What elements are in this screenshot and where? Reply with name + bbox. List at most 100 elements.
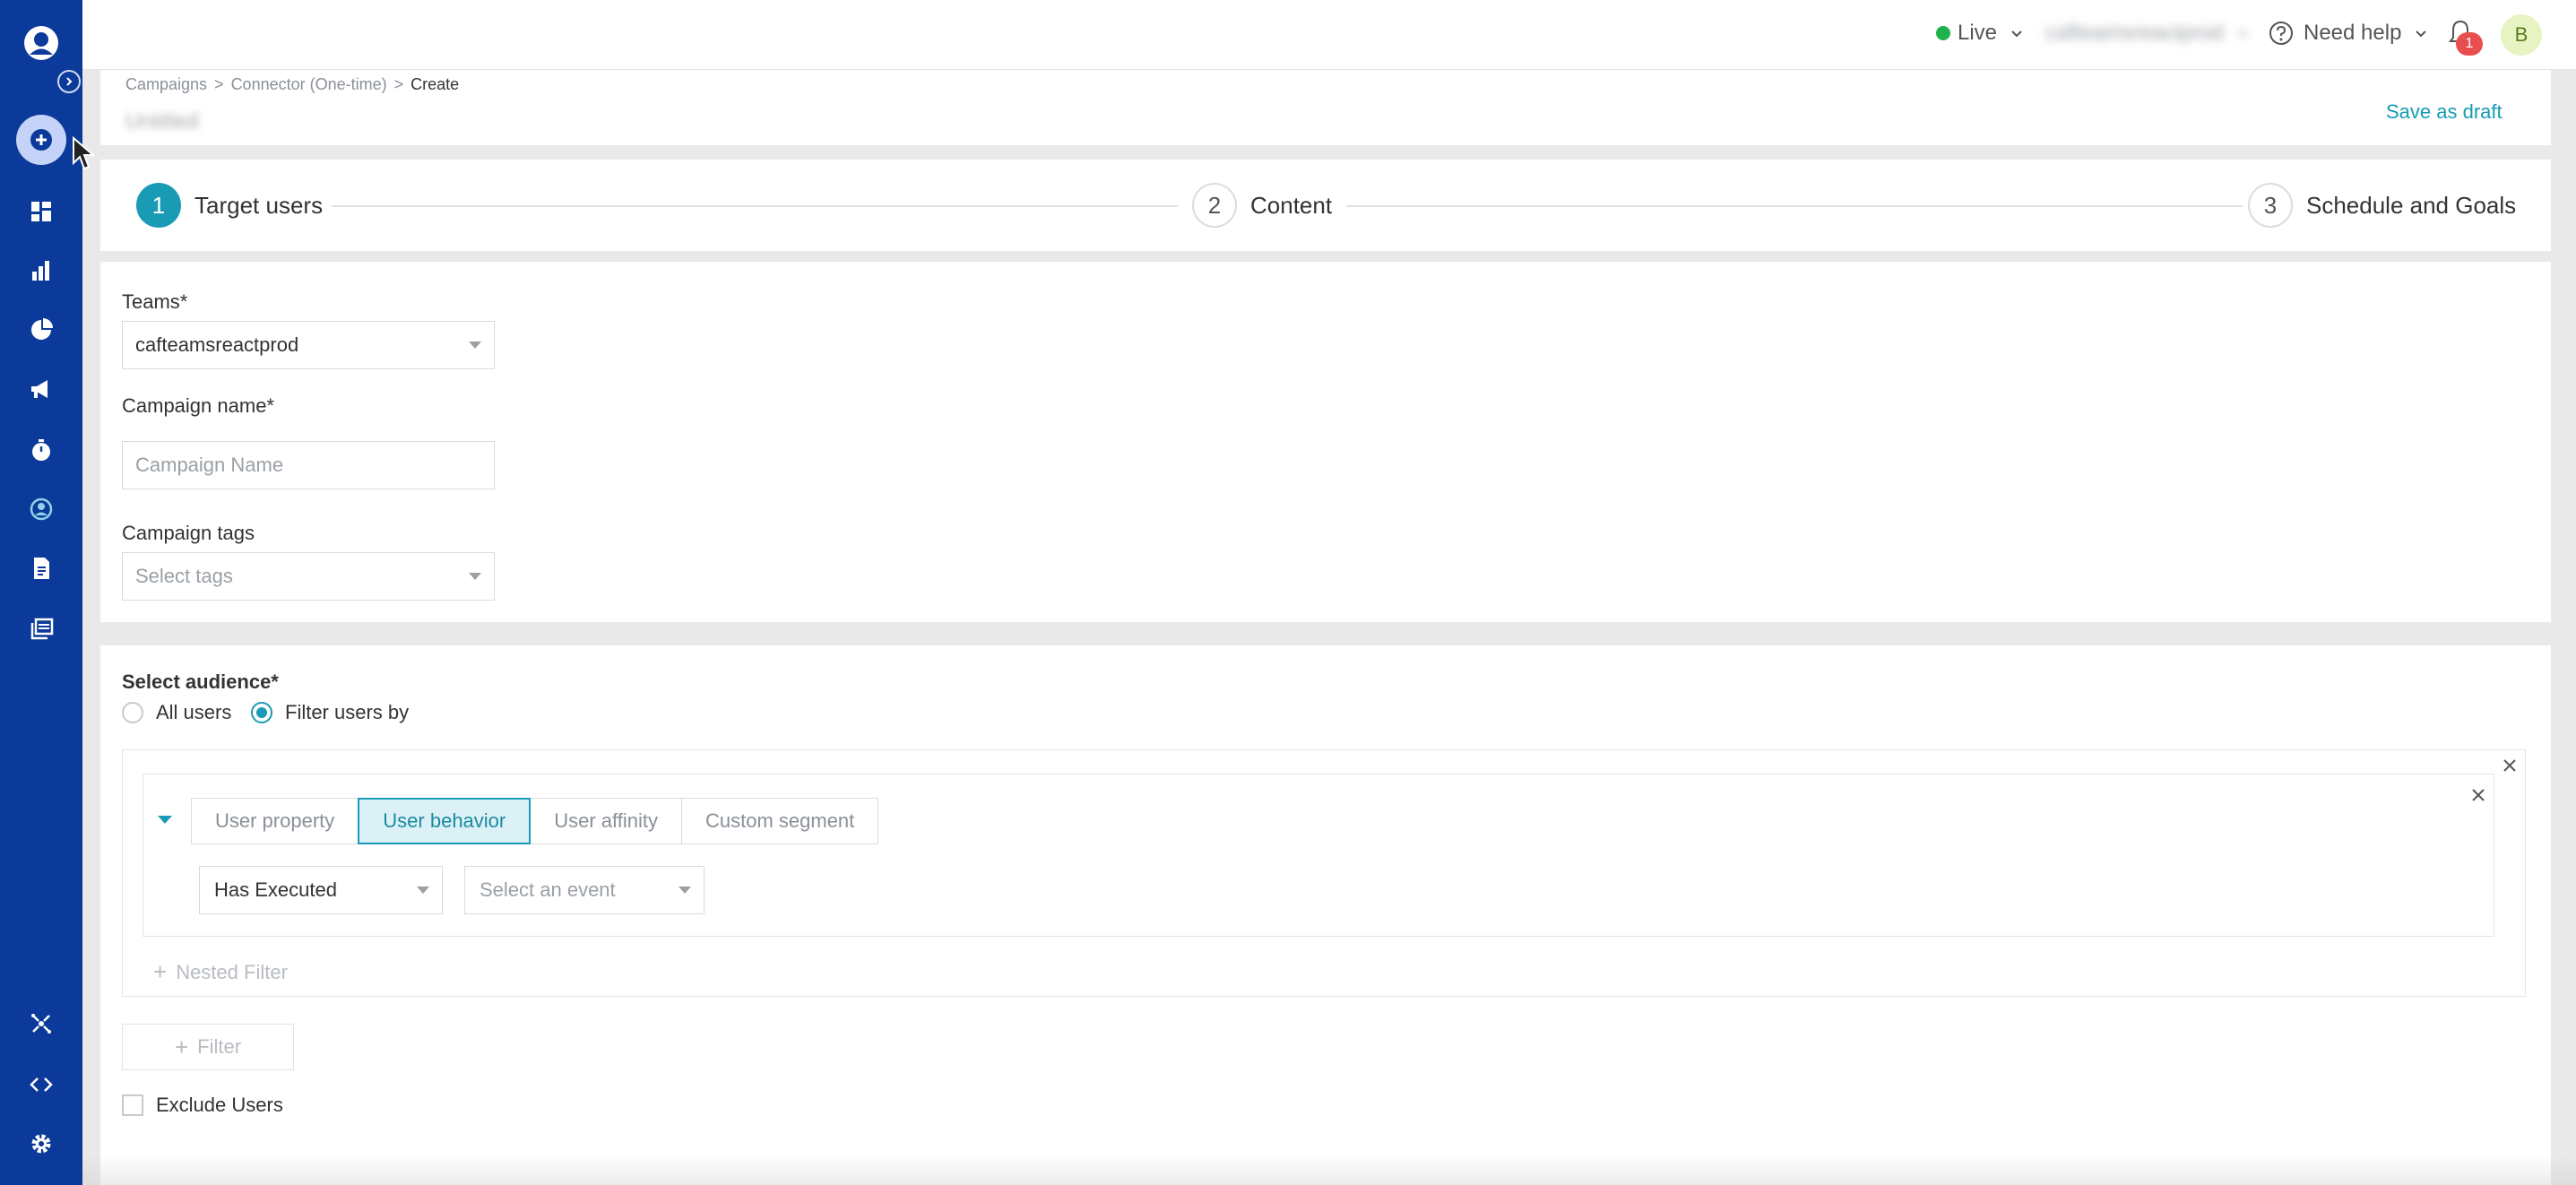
radio-button[interactable] bbox=[122, 702, 143, 723]
tab-user-behavior[interactable]: User behavior bbox=[358, 798, 532, 844]
live-status-dot bbox=[1936, 26, 1950, 40]
campaign-name-input[interactable] bbox=[122, 441, 495, 489]
behavior-select[interactable]: Has Executed bbox=[199, 866, 443, 914]
close-icon[interactable] bbox=[2470, 787, 2486, 803]
plus-icon: + bbox=[153, 958, 168, 985]
add-filter-button[interactable]: + Filter bbox=[122, 1024, 294, 1070]
exclude-users-option[interactable]: Exclude Users bbox=[122, 1094, 283, 1117]
tab-user-affinity[interactable]: User affinity bbox=[530, 798, 682, 844]
chevron-down-icon bbox=[2416, 30, 2426, 38]
radio-filter-users[interactable]: Filter users by bbox=[251, 701, 409, 724]
teams-value: cafteamsreactprod bbox=[135, 333, 299, 356]
step-connector bbox=[1346, 205, 2243, 207]
event-placeholder: Select an event bbox=[480, 878, 616, 901]
step-1-label[interactable]: Target users bbox=[194, 192, 323, 220]
step-3-label[interactable]: Schedule and Goals bbox=[2306, 192, 2516, 220]
campaign-details-card: Teams* cafteamsreactprod Campaign name* … bbox=[100, 262, 2551, 622]
sidebar-item-dashboard[interactable] bbox=[25, 195, 57, 228]
filter-type-tabs: User property User behavior User affinit… bbox=[191, 798, 879, 844]
audience-card: Select audience* All users Filter users … bbox=[100, 645, 2551, 1185]
step-2-indicator[interactable]: 2 bbox=[1192, 183, 1237, 228]
gear-icon bbox=[31, 1134, 51, 1154]
step-2-label[interactable]: Content bbox=[1250, 192, 1332, 220]
draft-title[interactable]: Untitled bbox=[125, 109, 198, 134]
user-circle-icon bbox=[30, 497, 53, 521]
exclude-users-label: Exclude Users bbox=[156, 1094, 283, 1116]
breadcrumb-connector[interactable]: Connector (One-time) bbox=[231, 75, 387, 93]
teams-label: Teams* bbox=[122, 290, 188, 313]
environment-label: Live bbox=[1958, 21, 1998, 45]
plus-icon: + bbox=[174, 1033, 189, 1060]
breadcrumb-campaigns[interactable]: Campaigns bbox=[125, 75, 207, 93]
campaign-tags-select[interactable]: Select tags bbox=[122, 552, 495, 601]
step-1-indicator[interactable]: 1 bbox=[136, 183, 181, 228]
sidebar-item-flows[interactable] bbox=[25, 434, 57, 466]
notification-badge: 1 bbox=[2456, 32, 2483, 56]
event-select[interactable]: Select an event bbox=[464, 866, 705, 914]
collapse-caret-icon[interactable] bbox=[158, 816, 172, 824]
pie-chart-icon bbox=[31, 318, 53, 340]
tab-user-property[interactable]: User property bbox=[191, 798, 359, 844]
add-filter-label: Filter bbox=[197, 1035, 242, 1058]
expand-sidebar-button[interactable] bbox=[57, 70, 81, 93]
mouse-cursor-icon bbox=[73, 136, 95, 170]
app-logo[interactable] bbox=[22, 23, 61, 63]
create-button[interactable] bbox=[16, 115, 66, 165]
nested-filter-label: Nested Filter bbox=[176, 960, 288, 983]
timer-icon bbox=[32, 439, 50, 461]
teams-select[interactable]: cafteamsreactprod bbox=[122, 321, 495, 369]
step-connector bbox=[332, 205, 1178, 207]
behavior-value: Has Executed bbox=[214, 878, 337, 901]
caret-down-icon bbox=[417, 887, 429, 894]
sidebar-item-campaigns[interactable] bbox=[25, 373, 57, 405]
campaign-tags-label: Campaign tags bbox=[122, 522, 255, 544]
tab-custom-segment[interactable]: Custom segment bbox=[680, 798, 879, 844]
exclude-users-checkbox[interactable] bbox=[122, 1094, 143, 1116]
breadcrumb: Campaigns > Connector (One-time) > Create bbox=[125, 75, 459, 94]
account-switcher[interactable]: cafteamsreactprod bbox=[2045, 21, 2249, 46]
avatar[interactable]: B bbox=[2501, 14, 2542, 56]
code-icon bbox=[30, 1077, 53, 1092]
breadcrumb-separator: > bbox=[393, 75, 404, 93]
connector-icon bbox=[31, 1014, 51, 1034]
close-icon[interactable] bbox=[2502, 757, 2518, 774]
need-help-label: Need help bbox=[2304, 21, 2402, 45]
campaign-tags-placeholder: Select tags bbox=[135, 565, 233, 587]
save-as-draft-button[interactable]: Save as draft bbox=[2386, 100, 2503, 124]
sidebar-item-settings[interactable] bbox=[25, 1128, 57, 1160]
chevron-down-icon bbox=[2010, 30, 2022, 38]
radio-button-selected[interactable] bbox=[251, 702, 272, 723]
account-name: cafteamsreactprod bbox=[2045, 21, 2224, 45]
sidebar-item-segments[interactable] bbox=[25, 314, 57, 346]
megaphone-icon bbox=[31, 380, 48, 398]
page-header bbox=[100, 70, 2551, 145]
breadcrumb-separator: > bbox=[214, 75, 224, 93]
add-nested-filter-button[interactable]: + Nested Filter bbox=[153, 958, 288, 986]
scroll-shadow bbox=[82, 1155, 2576, 1185]
step-3-indicator[interactable]: 3 bbox=[2248, 183, 2293, 228]
sidebar-item-library[interactable] bbox=[25, 613, 57, 645]
plus-circle-icon bbox=[30, 129, 52, 151]
sidebar-item-developer[interactable] bbox=[25, 1068, 57, 1101]
document-icon bbox=[34, 558, 49, 579]
chevron-right-icon bbox=[66, 77, 73, 86]
need-help-menu[interactable]: Need help bbox=[2304, 21, 2427, 46]
radio-all-users[interactable]: All users bbox=[122, 701, 231, 724]
select-audience-title: Select audience* bbox=[122, 670, 279, 693]
breadcrumb-current: Create bbox=[411, 75, 460, 93]
environment-switcher[interactable]: Live bbox=[1958, 21, 2023, 46]
filter-rule: User property User behavior User affinit… bbox=[143, 774, 2494, 937]
sidebar-item-analytics[interactable] bbox=[25, 255, 57, 287]
sidebar-item-reports[interactable] bbox=[25, 552, 57, 584]
help-circle-icon bbox=[2269, 22, 2293, 45]
bar-chart-icon bbox=[32, 261, 49, 281]
campaign-name-label: Campaign name* bbox=[122, 394, 274, 417]
caret-down-icon bbox=[469, 573, 481, 580]
sidebar-item-users[interactable] bbox=[25, 493, 57, 525]
sidebar-item-connectors[interactable] bbox=[25, 1008, 57, 1040]
radio-filter-users-label: Filter users by bbox=[285, 701, 410, 723]
dashboard-icon bbox=[31, 202, 51, 221]
library-icon bbox=[30, 618, 54, 640]
caret-down-icon bbox=[679, 887, 691, 894]
sidebar bbox=[0, 0, 82, 1185]
